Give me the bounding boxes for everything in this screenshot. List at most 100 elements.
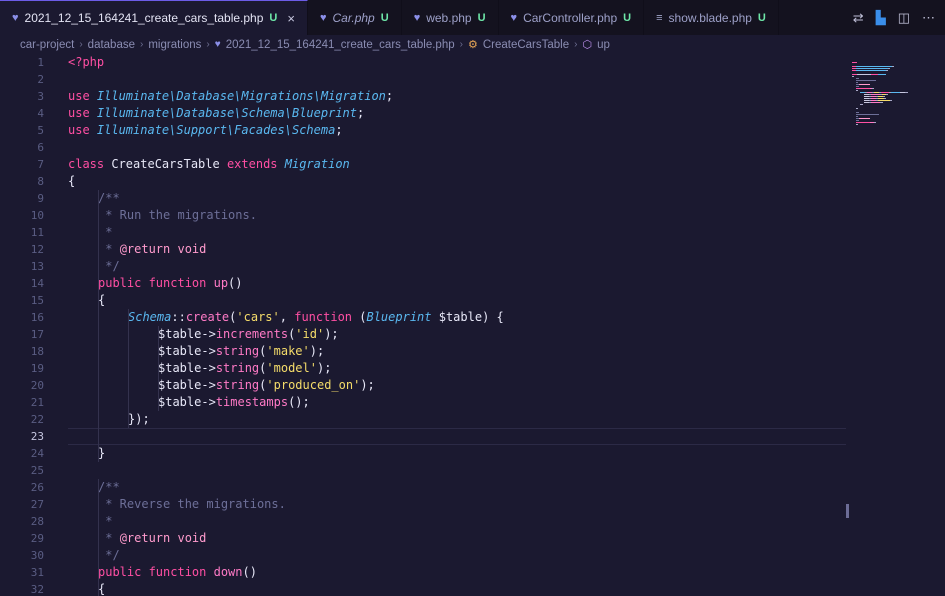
modified-badge: U: [757, 11, 766, 24]
code-token: Migration: [284, 157, 350, 171]
code-line[interactable]: * Reverse the migrations.: [98, 496, 286, 513]
line-number: 19: [30, 362, 44, 375]
code-token: extends: [226, 157, 285, 171]
code-line[interactable]: });: [128, 411, 150, 428]
minimap-token: [856, 108, 858, 109]
code-token: string: [215, 344, 260, 358]
code-line[interactable]: * @return void: [98, 241, 206, 258]
editor-tab-bar: ♥ 2021_12_15_164241_create_cars_table.php…: [0, 0, 945, 35]
minimap-token: [857, 74, 871, 75]
code-token: Illuminate\Database\Schema\Blueprint: [96, 106, 357, 120]
code-line[interactable]: {: [98, 581, 105, 596]
breadcrumb: car-project › database › migrations › ♥ 2021_12…: [0, 35, 945, 54]
code-token: ->: [201, 344, 216, 358]
code-line[interactable]: */: [98, 547, 120, 564]
code-token: $table: [158, 361, 202, 375]
code-token: increments: [215, 327, 289, 341]
code-line[interactable]: <?php: [68, 54, 104, 71]
minimap-token: [884, 98, 886, 99]
code-token: @return void: [119, 242, 207, 256]
code-token: up: [213, 276, 229, 290]
breadcrumb-item[interactable]: car-project: [20, 39, 74, 51]
code-token: public function: [98, 276, 214, 290]
modified-badge: U: [623, 11, 632, 24]
code-line[interactable]: }: [98, 445, 105, 462]
code-token: ) {: [482, 310, 504, 324]
code-token: use: [68, 106, 97, 120]
source-control-icon[interactable]: ▙: [876, 10, 886, 26]
code-line[interactable]: use Illuminate\Support\Facades\Schema;: [68, 122, 343, 139]
code-line[interactable]: $table->string('produced_on');: [158, 377, 375, 394]
more-actions-icon[interactable]: ⋯: [922, 10, 935, 26]
close-icon[interactable]: ×: [287, 11, 295, 26]
code-area[interactable]: <?php use Illuminate\Database\Migrations\…: [68, 54, 858, 596]
minimap-token: [856, 112, 859, 113]
code-token: }: [98, 446, 106, 460]
code-token: */: [98, 548, 120, 562]
minimap-token: [891, 92, 900, 93]
code-line[interactable]: *: [98, 513, 112, 530]
code-token: Blueprint: [366, 310, 439, 324]
code-token: down: [213, 565, 243, 579]
code-token: *: [98, 225, 113, 239]
breadcrumb-item[interactable]: 2021_12_15_164241_create_cars_table.php: [226, 39, 455, 51]
class-icon: ⚙: [467, 39, 478, 51]
code-line[interactable]: /**: [98, 479, 120, 496]
chevron-right-icon: ›: [459, 39, 463, 50]
code-line[interactable]: * @return void: [98, 530, 206, 547]
code-line[interactable]: use Illuminate\Database\Migrations\Migra…: [68, 88, 393, 105]
code-token: ::: [171, 310, 186, 324]
tab-file[interactable]: ♥ CarController.php U: [498, 0, 645, 35]
minimap[interactable]: [846, 54, 945, 596]
breadcrumb-item[interactable]: up: [597, 39, 610, 51]
code-line[interactable]: /**: [98, 190, 120, 207]
code-token: Illuminate\Support\Facades\Schema: [96, 123, 336, 137]
line-number: 29: [30, 532, 44, 545]
compare-changes-icon[interactable]: ⇄: [853, 10, 864, 26]
tab-file[interactable]: ≡ show.blade.php U: [644, 0, 779, 35]
minimap-token: [856, 90, 858, 91]
code-line[interactable]: * Run the migrations.: [98, 207, 257, 224]
minimap-token: [856, 82, 858, 83]
code-line[interactable]: Schema::create('cars', function (Bluepri…: [128, 309, 504, 326]
minimap-token: [871, 74, 878, 75]
breadcrumb-item[interactable]: database: [88, 39, 135, 51]
line-number: 15: [30, 294, 44, 307]
tab-file[interactable]: ♥ Car.php U: [307, 0, 402, 35]
minimap-token: [878, 100, 890, 101]
code-editor[interactable]: 1 2 3 4 5 6 7 8 9 10 11 12 13 14 15 16 17 18 19 20 21 22 23 24 2…: [0, 54, 945, 596]
code-token: /**: [98, 480, 120, 494]
breadcrumb-item[interactable]: migrations: [148, 39, 201, 51]
code-line[interactable]: $table->increments('id');: [158, 326, 339, 343]
tab-file[interactable]: ♥ 2021_12_15_164241_create_cars_table.php…: [0, 0, 308, 35]
breadcrumb-item[interactable]: CreateCarsTable: [483, 39, 569, 51]
code-token: 'produced_on': [266, 378, 361, 392]
minimap-token: [871, 94, 880, 95]
scroll-position-marker[interactable]: [846, 504, 849, 518]
code-line[interactable]: $table->string('make');: [158, 343, 324, 360]
code-line[interactable]: $table->string('model');: [158, 360, 331, 377]
code-line[interactable]: class CreateCarsTable extends Migration: [68, 156, 350, 173]
tab-file[interactable]: ♥ web.php U: [401, 0, 499, 35]
code-line[interactable]: {: [98, 292, 105, 309]
code-token: /**: [98, 191, 120, 205]
code-line[interactable]: use Illuminate\Database\Schema\Blueprint…: [68, 105, 364, 122]
code-token: class: [68, 157, 112, 171]
code-line[interactable]: *: [98, 224, 112, 241]
code-token: );: [316, 361, 332, 375]
minimap-token: [881, 92, 889, 93]
line-number: 24: [30, 447, 44, 460]
code-token: use: [68, 89, 97, 103]
code-token: );: [309, 344, 325, 358]
code-line[interactable]: */: [98, 258, 119, 275]
code-token: 'id': [295, 327, 325, 341]
minimap-token: [872, 88, 874, 89]
minimap-token: [880, 102, 883, 103]
code-line[interactable]: $table->timestamps();: [158, 394, 310, 411]
code-token: string: [215, 361, 260, 375]
code-line[interactable]: public function up(): [98, 275, 243, 292]
code-token: {: [98, 582, 106, 596]
code-line[interactable]: public function down(): [98, 564, 257, 581]
split-editor-icon[interactable]: ◫: [898, 10, 910, 26]
code-line[interactable]: {: [68, 173, 75, 190]
